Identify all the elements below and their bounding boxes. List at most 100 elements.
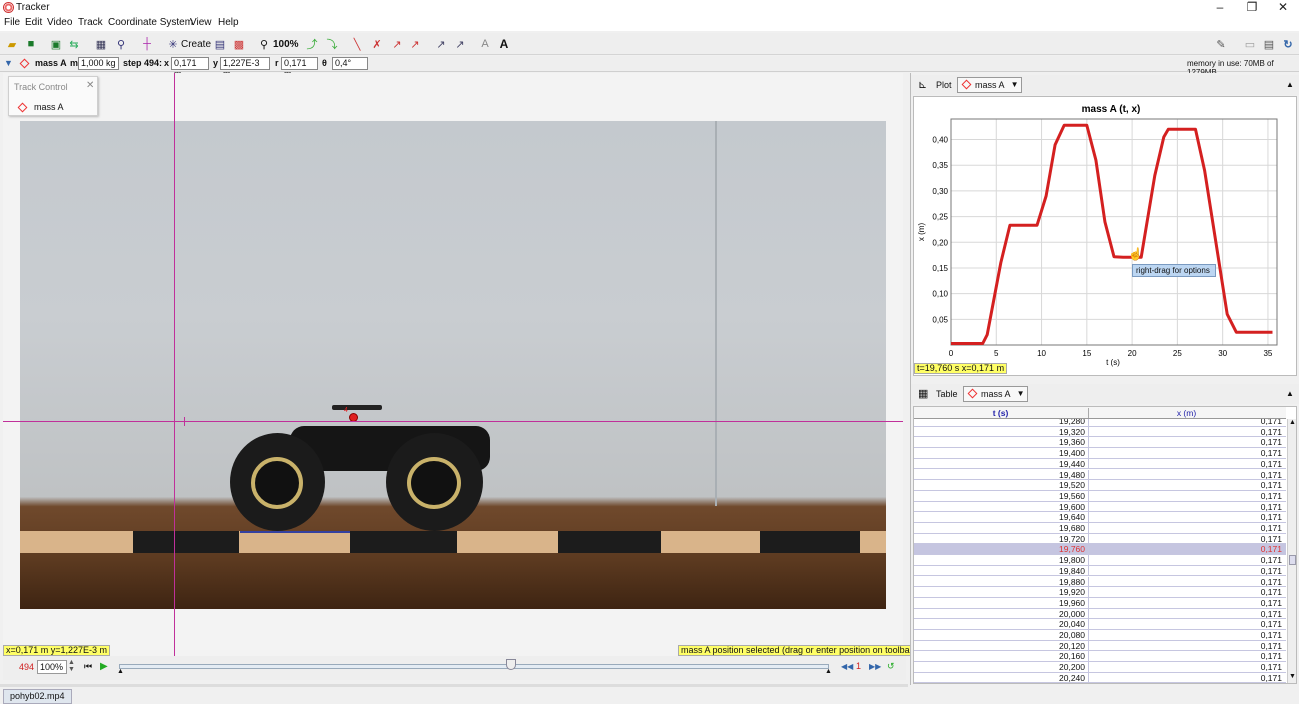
- refresh-icon[interactable]: ↻: [1281, 37, 1295, 51]
- track-control-icon[interactable]: ▤: [213, 37, 227, 51]
- table-row[interactable]: 19,840 0,171: [914, 565, 1286, 577]
- table-track-selector[interactable]: mass A ▼: [963, 386, 1028, 402]
- start-marker-icon[interactable]: ▲: [117, 668, 124, 675]
- step-back-icon[interactable]: ◀◀: [841, 662, 853, 671]
- plot-dropdown-icon[interactable]: ▼: [1011, 78, 1019, 92]
- y-axis-line[interactable]: [174, 73, 175, 656]
- r-field[interactable]: 0,171 m: [281, 57, 318, 79]
- velocity-vectors-icon[interactable]: ↗: [390, 37, 404, 51]
- table-row[interactable]: 20,080 0,171: [914, 630, 1286, 641]
- vector-stretch-icon[interactable]: ↗: [453, 37, 467, 51]
- scroll-down-icon[interactable]: ▼: [1289, 673, 1296, 680]
- open-video-icon[interactable]: ▣: [49, 37, 63, 51]
- plot-track-selector[interactable]: mass A ▼: [957, 77, 1022, 93]
- frame-slider-track[interactable]: [119, 664, 829, 669]
- menu-edit[interactable]: Edit: [25, 17, 42, 28]
- table-row[interactable]: 20,160 0,171: [914, 651, 1286, 663]
- vector-sum-icon[interactable]: ↗: [434, 37, 448, 51]
- table-row[interactable]: 19,880 0,171: [914, 576, 1286, 588]
- position-chart[interactable]: mass A (t, x) 0 5 10 15 20 25 30 35 0,05 0,10 0,15…: [914, 97, 1298, 377]
- video-frame[interactable]: 4: [20, 121, 886, 609]
- labels-icon[interactable]: ⤵: [325, 37, 339, 51]
- maximize-button[interactable]: ❐: [1237, 0, 1267, 15]
- scroll-thumb[interactable]: [1289, 555, 1296, 565]
- video-panel[interactable]: Track Control ✕ mass A 4 x=0,171 m y=1,2…: [3, 73, 919, 656]
- menu-help[interactable]: Help: [218, 17, 239, 28]
- theta-field[interactable]: 0,4°: [332, 57, 368, 70]
- path-icon[interactable]: ╲: [350, 37, 364, 51]
- table-row[interactable]: 20,000 0,171: [914, 608, 1286, 620]
- layout-icon[interactable]: ▤: [1262, 37, 1276, 51]
- autotracker-icon[interactable]: ▩: [232, 37, 246, 51]
- menu-coordinate-system[interactable]: Coordinate System: [108, 17, 193, 28]
- calibration-stick[interactable]: [240, 531, 350, 533]
- reset-icon[interactable]: ⏮: [84, 661, 92, 672]
- table-row[interactable]: 19,520 0,171: [914, 480, 1286, 491]
- notes-icon[interactable]: ▭: [1243, 37, 1257, 51]
- step-size[interactable]: 1: [856, 661, 861, 671]
- table-row[interactable]: 19,920 0,171: [914, 587, 1286, 598]
- acceleration-vectors-icon[interactable]: ↗: [408, 37, 422, 51]
- font-smaller-icon[interactable]: A: [478, 37, 492, 51]
- table-row[interactable]: 19,600 0,171: [914, 501, 1286, 513]
- play-icon[interactable]: ▶: [100, 661, 108, 672]
- x-field[interactable]: 0,171 m: [171, 57, 209, 79]
- table-row[interactable]: 19,720 0,171: [914, 533, 1286, 545]
- table-row[interactable]: 19,360 0,171: [914, 437, 1286, 449]
- track-control-close-icon[interactable]: ✕: [86, 80, 94, 91]
- table-row[interactable]: 19,560 0,171: [914, 490, 1286, 502]
- playback-rate-field[interactable]: 100%: [37, 660, 67, 674]
- file-tab[interactable]: pohyb02.mp4: [3, 689, 72, 704]
- end-marker-icon[interactable]: ▲: [825, 668, 832, 675]
- table-row[interactable]: 20,120 0,171: [914, 640, 1286, 652]
- zoom-level[interactable]: 100%: [273, 39, 299, 50]
- column-header-t[interactable]: t (s): [914, 408, 1087, 418]
- close-button[interactable]: ✕: [1268, 0, 1298, 15]
- table-row[interactable]: 19,800 0,171: [914, 555, 1286, 566]
- font-larger-icon[interactable]: A: [497, 37, 511, 51]
- plot-collapse-icon[interactable]: ▲: [1286, 80, 1294, 89]
- table-scrollbar[interactable]: ▲ ▼: [1287, 419, 1296, 683]
- step-forward-icon[interactable]: ▶▶: [869, 662, 881, 671]
- open-folder-icon[interactable]: ▰: [5, 37, 19, 51]
- plot-area[interactable]: mass A (t, x) 0 5 10 15 20 25 30 35 0,05 0,10 0,15…: [913, 96, 1297, 376]
- pencil-icon[interactable]: ✎: [1214, 37, 1228, 51]
- track-menu-arrow-icon[interactable]: ▼: [4, 58, 13, 68]
- menu-file[interactable]: File: [4, 17, 20, 28]
- table-dropdown-icon[interactable]: ▼: [1017, 387, 1025, 401]
- import-icon[interactable]: ⇆: [67, 37, 81, 51]
- zoom-icon[interactable]: ⚲: [257, 37, 271, 51]
- track-control-item[interactable]: mass A: [34, 102, 64, 112]
- axes-icon[interactable]: ┼: [140, 37, 154, 51]
- data-table[interactable]: t (s) x (m) 19,280 0,171 19,320 0,171 19,360…: [913, 406, 1297, 684]
- position-vectors-icon[interactable]: ✗: [370, 37, 384, 51]
- table-row[interactable]: 20,040 0,171: [914, 619, 1286, 630]
- table-row[interactable]: 19,960 0,171: [914, 597, 1286, 609]
- table-row[interactable]: 20,200 0,171: [914, 662, 1286, 673]
- column-header-x[interactable]: x (m): [1088, 408, 1284, 418]
- clip-settings-icon[interactable]: ▦: [94, 37, 108, 51]
- table-row[interactable]: 19,640 0,171: [914, 512, 1286, 523]
- minimize-button[interactable]: –: [1205, 0, 1235, 15]
- scroll-up-icon[interactable]: ▲: [1289, 419, 1296, 426]
- table-collapse-icon[interactable]: ▲: [1286, 389, 1294, 398]
- rate-spinner-icon[interactable]: ▲ ▼: [68, 659, 75, 673]
- x-axis-line[interactable]: [3, 421, 903, 422]
- table-row[interactable]: 19,480 0,171: [914, 469, 1286, 481]
- save-icon[interactable]: ■: [24, 37, 38, 51]
- menu-view[interactable]: View: [190, 17, 212, 28]
- table-row[interactable]: 19,400 0,171: [914, 448, 1286, 459]
- track-name-label[interactable]: mass A: [35, 58, 67, 68]
- table-row[interactable]: 20,240 0,171: [914, 672, 1286, 683]
- table-row[interactable]: 19,320 0,171: [914, 426, 1286, 438]
- create-track-button[interactable]: Create: [181, 39, 211, 50]
- y-field[interactable]: 1,227E-3 m: [220, 57, 270, 79]
- series-line-mass-a[interactable]: [951, 123, 1273, 345]
- menu-video[interactable]: Video: [47, 17, 72, 28]
- mass-field[interactable]: 1,000 kg: [78, 57, 119, 70]
- table-row[interactable]: 19,440 0,171: [914, 458, 1286, 470]
- trails-icon[interactable]: ⤴: [305, 37, 319, 51]
- loop-icon[interactable]: ↺: [887, 661, 895, 672]
- table-row[interactable]: 19,280 0,171: [914, 419, 1286, 427]
- table-row[interactable]: 19,680 0,171: [914, 523, 1286, 534]
